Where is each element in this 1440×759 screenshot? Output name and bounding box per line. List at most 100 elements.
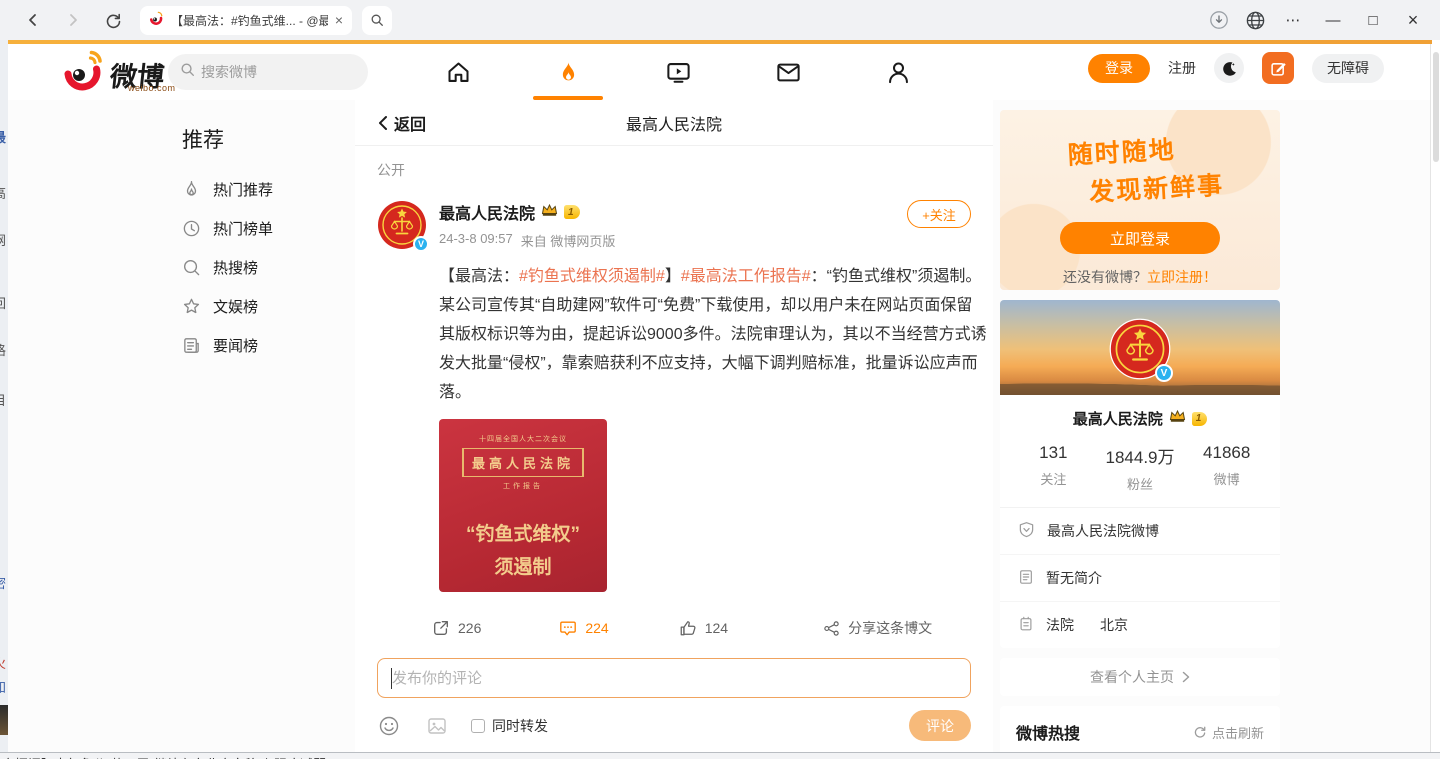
browser-scrollbar[interactable]: [1430, 44, 1440, 752]
like-button[interactable]: 124: [679, 619, 728, 637]
bg-fragment: 密: [0, 573, 6, 592]
hot-search-title: 微博热搜: [1016, 720, 1080, 744]
stat-label: 微博: [1183, 469, 1270, 488]
visibility-label: 公开: [355, 146, 993, 186]
page-accent-line: [8, 40, 1432, 44]
search-input[interactable]: [201, 64, 351, 80]
sidebar-item-hot-recommend[interactable]: 热门推荐: [160, 170, 345, 209]
back-label: 返回: [394, 111, 426, 135]
profile-name[interactable]: 最高人民法院: [1073, 408, 1163, 429]
background-window-bottom-sliver: 市探闻】大气象公“茅云层”继续在东北方向移动 强度减弱 00:04:045: [0, 752, 1440, 759]
sidebar-item-hot-ranking[interactable]: 热门榜单: [160, 209, 345, 248]
hashtag-link[interactable]: #最高法工作报告#: [681, 268, 811, 285]
repost-button[interactable]: 226: [432, 619, 481, 637]
avatar[interactable]: V: [377, 200, 427, 250]
text-cursor: [391, 668, 392, 689]
category-icon: [1018, 616, 1034, 635]
login-button[interactable]: 登录: [1088, 54, 1150, 83]
post-source[interactable]: 来自 微博网页版: [521, 231, 616, 250]
header-search[interactable]: [168, 54, 368, 90]
checkbox-icon[interactable]: [471, 719, 485, 733]
comment-button[interactable]: 224: [559, 619, 608, 637]
window-close-icon[interactable]: ×: [1398, 10, 1428, 31]
nav-profile-icon[interactable]: [880, 57, 916, 87]
post: +关注 V: [355, 186, 993, 648]
share-button[interactable]: 分享这条博文: [823, 618, 932, 638]
post-action-bar: 226 224 124 分享这条博文: [377, 608, 971, 648]
post-image[interactable]: 十四届全国人大二次会议 最高人民法院 工作报告 “钓鱼式维权” 须遏制: [439, 419, 607, 592]
tab-close-icon[interactable]: ×: [335, 13, 343, 27]
nav-home-icon[interactable]: [440, 57, 476, 87]
verified-badge-icon: V: [1155, 364, 1173, 382]
weibo-favicon: [149, 11, 164, 30]
compose-icon[interactable]: [1262, 52, 1294, 84]
sidebar-item-entertainment[interactable]: 文娱榜: [160, 287, 345, 326]
post-timestamp[interactable]: 24-3-8 09:57: [439, 231, 513, 250]
view-profile-button[interactable]: 查看个人主页: [1000, 658, 1280, 696]
comment-input[interactable]: [378, 659, 970, 697]
weibo-header: 微博 weibo.com: [8, 44, 1430, 100]
category-text: 法院: [1046, 615, 1074, 635]
emoji-icon[interactable]: [377, 714, 401, 738]
slogan: 随时随地 发现新鲜事: [1000, 110, 1280, 213]
sidebar-item-label: 热门推荐: [213, 179, 273, 200]
downloads-icon[interactable]: [1206, 7, 1232, 33]
login-now-button[interactable]: 立即登录: [1060, 222, 1220, 254]
profile-avatar[interactable]: V: [1109, 318, 1171, 380]
post-image-headline: “钓鱼式维权”: [466, 519, 580, 546]
globe-icon[interactable]: [1242, 7, 1268, 33]
logo-domain: weibo.com: [128, 83, 176, 93]
accessibility-button[interactable]: 无障碍: [1312, 54, 1384, 83]
search-icon: [180, 62, 195, 82]
browser-back-icon[interactable]: [20, 7, 46, 33]
window-minimize-icon[interactable]: —: [1318, 12, 1348, 29]
verified-info-text: 最高人民法院微博: [1047, 521, 1159, 541]
comment-count: 224: [585, 620, 608, 636]
magnifier-icon: [182, 258, 201, 277]
scrollbar-thumb[interactable]: [1433, 52, 1439, 162]
window-maximize-icon[interactable]: □: [1358, 12, 1388, 29]
hashtag-link[interactable]: #钓鱼式维权须遏制#: [519, 268, 665, 285]
browser-reload-icon[interactable]: [100, 7, 126, 33]
like-count: 124: [705, 620, 728, 636]
background-window-left-sliver: 最 高 网 回 格 目 密 火 知 新: [0, 40, 8, 759]
sidebar-item-hot-search[interactable]: 热搜榜: [160, 248, 345, 287]
nav-hot-flame-icon[interactable]: [550, 57, 586, 87]
weibo-logo[interactable]: 微博 weibo.com: [60, 49, 164, 91]
comment-submit-button[interactable]: 评论: [909, 710, 971, 741]
browser-tab[interactable]: 【最高法：#钓鱼式维... - @最 ×: [140, 6, 352, 35]
chevron-left-icon: [377, 115, 388, 131]
stat-label: 关注: [1010, 469, 1097, 488]
view-profile-label: 查看个人主页: [1090, 667, 1174, 687]
image-upload-icon[interactable]: [425, 714, 449, 738]
browser-menu-icon[interactable]: ⋯: [1278, 11, 1308, 29]
vip-crown-icon: [1169, 409, 1186, 428]
register-link[interactable]: 注册: [1168, 58, 1196, 78]
sidebar-title: 推荐: [160, 110, 345, 170]
register-now-link[interactable]: 立即注册！: [1147, 269, 1217, 285]
sidebar-item-news[interactable]: 要闻榜: [160, 326, 345, 365]
nav-messages-icon[interactable]: [770, 57, 806, 87]
stat-followers[interactable]: 1844.9万 粉丝: [1097, 443, 1184, 493]
browser-search-button[interactable]: [362, 6, 392, 35]
repost-toggle[interactable]: 同时转发: [471, 716, 548, 736]
dark-mode-moon-icon[interactable]: [1214, 53, 1244, 83]
browser-forward-icon[interactable]: [60, 7, 86, 33]
bg-fragment: 火: [0, 653, 6, 672]
register-hint: 还没有微博？: [1063, 269, 1147, 285]
profile-bio: 暂无简介: [1000, 555, 1280, 602]
chevron-right-icon: [1182, 671, 1190, 683]
stat-posts[interactable]: 41868 微博: [1183, 443, 1270, 493]
stat-following[interactable]: 131 关注: [1010, 443, 1097, 493]
follow-button[interactable]: +关注: [907, 200, 971, 228]
share-nodes-icon: [823, 620, 840, 637]
post-image-title: 最高人民法院: [462, 448, 584, 477]
nav-video-icon[interactable]: [660, 57, 696, 87]
back-button[interactable]: 返回: [355, 111, 426, 135]
verified-badge-icon: V: [413, 236, 429, 252]
refresh-button[interactable]: 点击刷新: [1193, 723, 1264, 742]
post-author-name[interactable]: 最高人民法院: [439, 200, 535, 224]
post-text-part: 【最高法：: [439, 268, 519, 285]
post-text-part: 】: [665, 268, 681, 285]
bg-fragment: 目: [0, 390, 6, 409]
